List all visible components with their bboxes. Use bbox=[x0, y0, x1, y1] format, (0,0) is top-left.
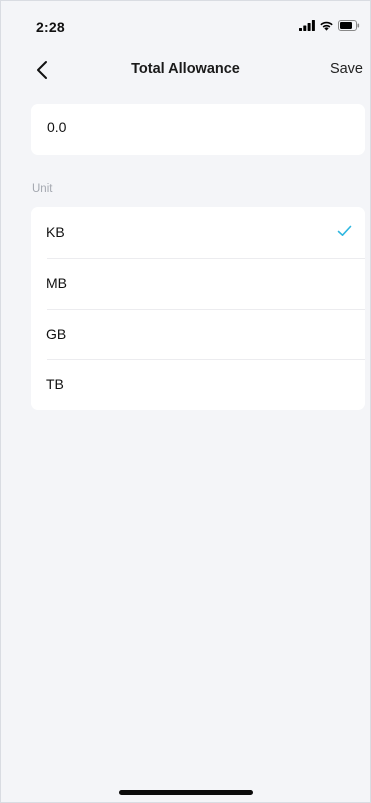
screen: 2:28 Total Allowance Save 0.0 Unit KB MB… bbox=[0, 0, 371, 803]
page-title: Total Allowance bbox=[131, 61, 240, 77]
status-bar: 2:28 bbox=[1, 1, 370, 45]
allowance-input[interactable] bbox=[47, 119, 347, 135]
unit-section-label: Unit bbox=[32, 183, 53, 195]
home-indicator[interactable] bbox=[118, 790, 253, 795]
unit-option-label: MB bbox=[46, 274, 67, 291]
unit-list: KB MB GB TB bbox=[31, 207, 365, 410]
unit-option-mb[interactable]: MB bbox=[31, 257, 365, 309]
status-icons bbox=[299, 20, 360, 31]
battery-icon bbox=[338, 20, 360, 31]
unit-option-kb[interactable]: KB bbox=[31, 207, 365, 258]
nav-bar: Total Allowance Save bbox=[1, 51, 370, 89]
save-button[interactable]: Save bbox=[330, 61, 363, 77]
wifi-icon bbox=[320, 21, 333, 31]
unit-option-gb[interactable]: GB bbox=[31, 308, 365, 360]
allowance-value-card bbox=[31, 104, 365, 155]
status-time: 2:28 bbox=[36, 19, 65, 35]
unit-option-tb[interactable]: TB bbox=[31, 359, 365, 410]
signal-icon bbox=[299, 20, 315, 31]
unit-option-label: KB bbox=[46, 224, 65, 240]
unit-option-label: TB bbox=[46, 376, 64, 393]
checkmark-icon bbox=[337, 225, 352, 236]
unit-option-label: GB bbox=[46, 325, 67, 342]
